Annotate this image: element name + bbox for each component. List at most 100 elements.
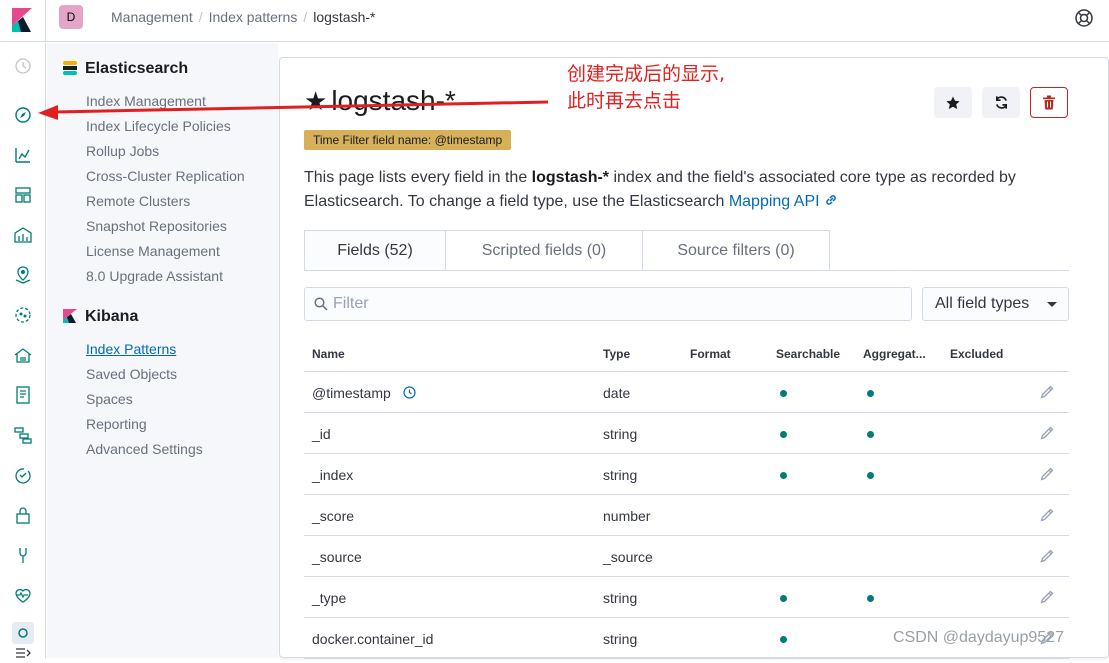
column-header-name[interactable]: Name	[312, 347, 345, 361]
nav-rollup-jobs[interactable]: Rollup Jobs	[86, 143, 159, 159]
star-icon	[946, 96, 960, 109]
kibana-icon	[63, 309, 77, 323]
field-type-select-value: All field types	[935, 295, 1030, 312]
external-link-icon[interactable]	[824, 193, 838, 207]
nav-index-patterns[interactable]: Index Patterns	[86, 341, 176, 357]
dev-tools-icon[interactable]	[12, 544, 34, 566]
tab-scripted-fields[interactable]: Scripted fields (0)	[445, 230, 643, 271]
nav-remote-clusters[interactable]: Remote Clusters	[86, 193, 190, 209]
trash-icon	[1043, 95, 1055, 110]
breadcrumb-management[interactable]: Management	[111, 9, 193, 25]
field-type-select[interactable]: All field types	[922, 287, 1069, 321]
description-index-name: logstash-*	[531, 169, 610, 186]
nav-cross-cluster-replication[interactable]: Cross-Cluster Replication	[86, 168, 245, 184]
field-type: _source	[603, 549, 653, 565]
edit-pencil-icon[interactable]	[1039, 466, 1055, 482]
nav-advanced-settings[interactable]: Advanced Settings	[86, 441, 203, 457]
apm-icon[interactable]	[12, 424, 34, 446]
header-divider	[45, 0, 46, 42]
recently-viewed-icon[interactable]	[12, 55, 34, 77]
description-text: This page lists every field in the	[304, 169, 532, 186]
space-avatar[interactable]: D	[59, 5, 83, 29]
monitoring-icon[interactable]	[12, 584, 34, 606]
field-type: string	[603, 426, 638, 442]
logs-icon[interactable]	[12, 384, 34, 406]
column-header-format[interactable]: Format	[690, 347, 731, 361]
edit-pencil-icon[interactable]	[1039, 425, 1055, 441]
annotation-line-2: 此时再去点击	[567, 90, 682, 112]
kibana-logo-icon[interactable]	[11, 8, 33, 32]
edit-pencil-icon[interactable]	[1039, 589, 1055, 605]
field-type: date	[603, 385, 631, 401]
set-default-button[interactable]	[934, 87, 972, 118]
infrastructure-icon[interactable]	[12, 344, 34, 366]
table-row: _score number	[304, 495, 1069, 536]
elasticsearch-group-title: Elasticsearch	[63, 60, 188, 78]
refresh-fields-button[interactable]	[982, 87, 1020, 118]
field-name: docker.container_id	[312, 631, 434, 647]
column-header-searchable[interactable]: Searchable	[776, 347, 840, 361]
nav-spaces[interactable]: Spaces	[86, 391, 133, 407]
aggregatable-indicator	[867, 472, 874, 479]
elasticsearch-icon	[63, 61, 77, 75]
table-row: _index string	[304, 454, 1069, 495]
collapse-icon[interactable]	[12, 641, 34, 663]
column-header-excluded[interactable]: Excluded	[950, 347, 1003, 361]
edit-pencil-icon[interactable]	[1039, 507, 1055, 523]
searchable-indicator	[780, 595, 787, 602]
discover-icon[interactable]	[12, 104, 34, 126]
default-star-icon: ★	[304, 86, 328, 116]
breadcrumb-index-patterns[interactable]: Index patterns	[209, 9, 298, 25]
field-name: _id	[312, 426, 331, 442]
help-icon[interactable]	[1074, 8, 1094, 28]
table-row: @timestamp date	[304, 372, 1069, 413]
edit-pencil-icon[interactable]	[1039, 548, 1055, 564]
maps-icon[interactable]	[12, 264, 34, 286]
tabs-divider	[304, 270, 1069, 271]
column-header-aggregatable[interactable]: Aggregat...	[863, 347, 926, 361]
field-type: string	[603, 467, 638, 483]
nav-saved-objects[interactable]: Saved Objects	[86, 366, 177, 382]
nav-snapshot-repositories[interactable]: Snapshot Repositories	[86, 218, 227, 234]
mapping-api-link[interactable]: Mapping API	[729, 193, 820, 210]
field-name: _index	[312, 467, 354, 483]
search-icon	[314, 297, 328, 311]
index-pattern-name: logstash-*	[331, 85, 456, 116]
searchable-indicator	[780, 390, 787, 397]
nav-reporting[interactable]: Reporting	[86, 416, 147, 432]
watermark: CSDN @daydayup9527	[893, 629, 1065, 646]
canvas-icon[interactable]	[12, 224, 34, 246]
uptime-icon[interactable]	[12, 464, 34, 486]
kibana-group-title: Kibana	[63, 308, 138, 326]
refresh-icon	[995, 96, 1007, 109]
chevron-down-icon	[1047, 302, 1057, 307]
breadcrumb-separator: /	[303, 9, 308, 25]
nav-upgrade-assistant[interactable]: 8.0 Upgrade Assistant	[86, 268, 223, 284]
tab-source-filters[interactable]: Source filters (0)	[642, 230, 830, 271]
elasticsearch-title: Elasticsearch	[85, 60, 189, 77]
delete-index-pattern-button[interactable]	[1030, 87, 1068, 118]
table-row: _id string	[304, 413, 1069, 454]
tab-fields[interactable]: Fields (52)	[304, 230, 446, 271]
aggregatable-indicator	[867, 390, 874, 397]
visualize-icon[interactable]	[12, 144, 34, 166]
field-name: @timestamp	[312, 385, 391, 401]
aggregatable-indicator	[867, 595, 874, 602]
nav-index-lifecycle-policies[interactable]: Index Lifecycle Policies	[86, 118, 231, 134]
field-type: number	[603, 508, 651, 524]
edit-pencil-icon[interactable]	[1039, 384, 1055, 400]
time-filter-badge: Time Filter field name: @timestamp	[304, 130, 512, 150]
tab-list: Fields (52) Scripted fields (0) Source f…	[304, 230, 830, 271]
dashboard-icon[interactable]	[12, 184, 34, 206]
filter-placeholder: Filter	[333, 295, 369, 312]
siem-icon[interactable]	[12, 504, 34, 526]
nav-license-management[interactable]: License Management	[86, 243, 220, 259]
nav-index-management[interactable]: Index Management	[86, 93, 206, 109]
top-bar: D Management / Index patterns / logstash-*	[0, 0, 1109, 42]
table-row: _type string	[304, 577, 1069, 618]
filter-input[interactable]: Filter	[304, 287, 912, 321]
ml-icon[interactable]	[12, 304, 34, 326]
field-name: _source	[312, 549, 362, 565]
column-header-type[interactable]: Type	[603, 347, 630, 361]
field-name: _type	[312, 590, 347, 606]
